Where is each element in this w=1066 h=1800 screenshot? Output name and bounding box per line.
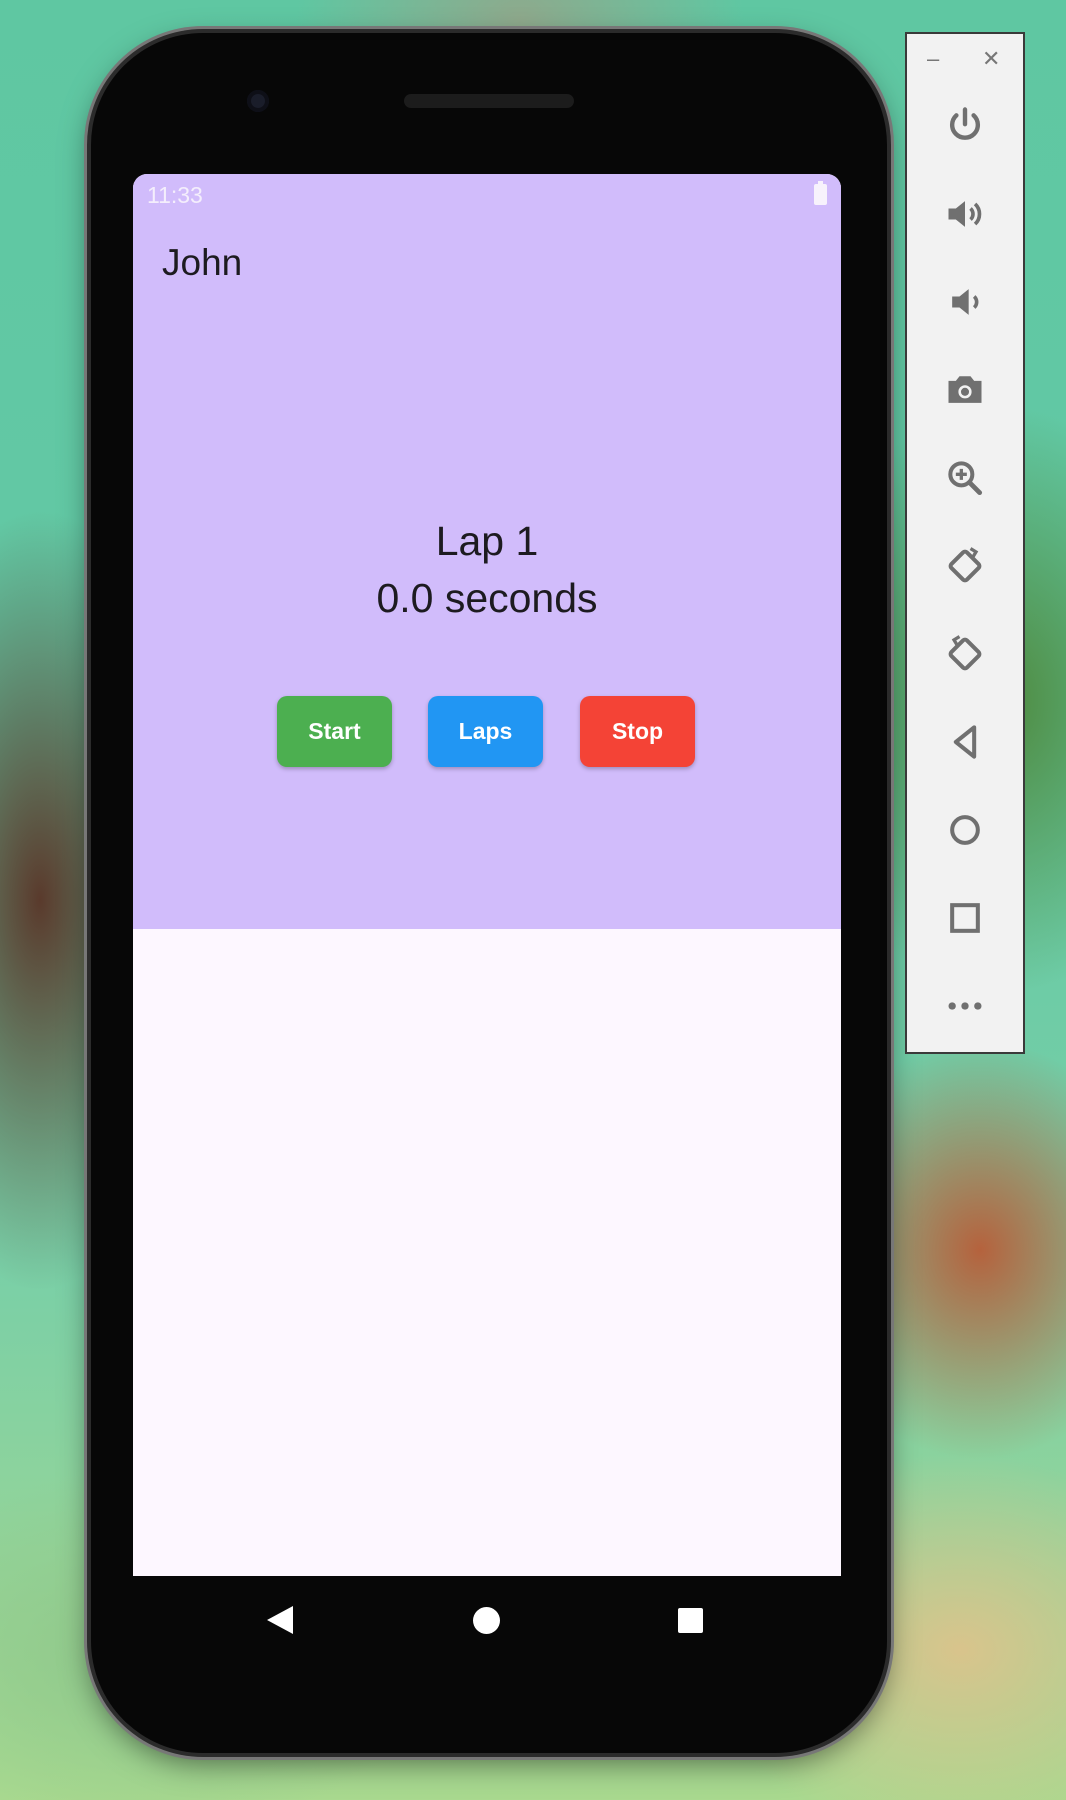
overview-icon	[950, 903, 980, 933]
close-button[interactable]: ✕	[982, 48, 1000, 70]
lap-time-readout: 0.0 seconds	[376, 575, 598, 621]
zoom-button[interactable]	[937, 450, 993, 506]
camera-icon	[948, 376, 982, 403]
earpiece-speaker	[404, 94, 574, 108]
laps-button[interactable]: Laps	[428, 696, 543, 767]
minimize-button[interactable]: –	[927, 48, 939, 70]
emulator-back-button[interactable]	[937, 714, 993, 770]
screenshot-button[interactable]	[937, 362, 993, 418]
system-nav-bar	[133, 1576, 841, 1661]
power-button[interactable]	[937, 98, 993, 154]
volume-down-button[interactable]	[937, 274, 993, 330]
home-icon	[950, 815, 980, 845]
rotate-right-icon	[948, 635, 982, 671]
battery-icon	[814, 181, 827, 205]
volume-up-icon	[948, 201, 982, 227]
rotate-left-button[interactable]	[937, 538, 993, 594]
status-bar-time: 11:33	[147, 182, 203, 208]
more-icon	[948, 1002, 982, 1010]
power-icon	[950, 107, 980, 140]
volume-up-button[interactable]	[937, 186, 993, 242]
emulator-overview-button[interactable]	[937, 890, 993, 946]
stop-button[interactable]: Stop	[580, 696, 695, 767]
more-button[interactable]	[937, 978, 993, 1034]
start-button[interactable]: Start	[277, 696, 392, 767]
rotate-left-icon	[948, 547, 982, 583]
back-icon[interactable]	[267, 1606, 293, 1634]
back-icon	[953, 725, 977, 759]
emulator-toolbar: – ✕	[905, 32, 1025, 1054]
emulator-home-button[interactable]	[937, 802, 993, 858]
volume-down-icon	[952, 289, 979, 315]
device-screen: 11:33 John Lap 1 0.0 seconds Start Laps …	[133, 174, 841, 1576]
app-header-section: 11:33 John Lap 1 0.0 seconds Start Laps …	[133, 174, 841, 929]
phone-frame: 11:33 John Lap 1 0.0 seconds Start Laps …	[91, 33, 887, 1753]
rotate-right-button[interactable]	[937, 626, 993, 682]
home-icon[interactable]	[473, 1607, 500, 1634]
recents-icon[interactable]	[678, 1608, 703, 1633]
zoom-icon	[948, 461, 983, 496]
front-camera	[247, 90, 269, 112]
page-title: John	[162, 242, 243, 283]
lap-label: Lap 1	[435, 518, 539, 564]
